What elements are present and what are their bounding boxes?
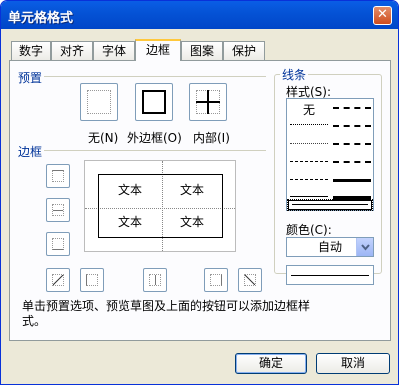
line-style-list[interactable]: 无 [286, 98, 374, 211]
tab-protection[interactable]: 保护 [223, 41, 265, 60]
line-style-option[interactable] [333, 161, 371, 163]
preset-inside-icon [196, 90, 220, 114]
line-style-option[interactable] [333, 143, 371, 145]
preview-cell-text: 文本 [117, 215, 142, 229]
line-style-option[interactable] [333, 179, 371, 182]
preset-none-button[interactable] [80, 83, 118, 121]
tab-number[interactable]: 数字 [11, 41, 51, 60]
chevron-down-icon[interactable] [356, 238, 373, 256]
line-group-label: 线条 [280, 66, 309, 83]
presets-group-label: 预置 [18, 71, 43, 85]
line-style-option[interactable] [333, 107, 371, 109]
line-color-value: 自动 [317, 240, 342, 254]
line-style-option[interactable] [290, 161, 328, 162]
preset-outline-button[interactable] [135, 83, 173, 121]
border-middle-vertical-button[interactable] [143, 268, 167, 292]
title-bar[interactable]: 单元格格式 ✕ [1, 1, 398, 29]
border-diagonal-up-icon [52, 274, 64, 286]
border-right-button[interactable] [204, 268, 228, 292]
border-middle-horizontal-icon [52, 204, 64, 216]
dialog-title: 单元格格式 [8, 11, 74, 26]
line-style-option[interactable] [290, 143, 328, 144]
border-preview[interactable]: 文本 文本 文本 文本 [84, 160, 236, 252]
line-color-select[interactable]: 自动 [286, 237, 374, 257]
tab-border[interactable]: 边框 [135, 39, 181, 61]
line-style-option[interactable] [290, 196, 328, 197]
border-diagonal-down-icon [244, 274, 256, 286]
border-diagonal-down-button[interactable] [238, 268, 262, 292]
cancel-button[interactable]: 取消 [316, 353, 390, 374]
preset-none-label: 无(N) [88, 131, 119, 145]
line-sample [286, 265, 374, 285]
border-top-icon [52, 170, 64, 182]
preview-cells-box: 文本 文本 文本 文本 [98, 174, 223, 238]
border-right-icon [210, 274, 222, 286]
line-style-option[interactable] [290, 124, 328, 125]
line-style-option[interactable] [333, 125, 371, 127]
border-bottom-icon [52, 238, 64, 250]
line-style-selected[interactable] [287, 199, 373, 211]
tab-alignment[interactable]: 对齐 [51, 41, 93, 60]
border-tab-panel: 预置 无(N) 外边框(O) 内部(I) 边框 文本 文本 文本 文本 单击预置… [9, 60, 391, 341]
format-cells-dialog: 单元格格式 ✕ 数字 对齐 字体 边框 图案 保护 预置 无(N) 外边框(O)… [0, 0, 399, 385]
info-text: 单击预置选项、预览草图及上面的按钮可以添加边框样式。 [22, 299, 311, 328]
border-divider [44, 150, 266, 151]
preset-outline-label: 外边框(O) [127, 131, 182, 145]
tab-font[interactable]: 字体 [93, 41, 135, 60]
border-middle-horizontal-button[interactable] [46, 198, 70, 222]
preview-cell-text: 文本 [179, 183, 204, 197]
preset-inside-label: 内部(I) [193, 131, 230, 145]
border-middle-vertical-icon [149, 274, 161, 286]
border-left-button[interactable] [80, 268, 104, 292]
border-group-label: 边框 [18, 145, 43, 159]
preset-outline-icon [142, 90, 166, 114]
preset-none-icon [87, 90, 111, 114]
tab-patterns[interactable]: 图案 [181, 41, 223, 60]
line-style-option[interactable] [290, 179, 328, 180]
presets-divider [44, 76, 266, 77]
border-left-icon [86, 274, 98, 286]
border-diagonal-up-button[interactable] [46, 268, 70, 292]
line-color-label: 颜色(C): [286, 223, 332, 237]
border-bottom-button[interactable] [46, 232, 70, 256]
border-top-button[interactable] [46, 164, 70, 188]
ok-button[interactable]: 确定 [235, 353, 307, 374]
line-style-none[interactable]: 无 [303, 101, 315, 118]
preview-cell-text: 文本 [117, 183, 142, 197]
preview-cell-text: 文本 [179, 215, 204, 229]
preset-inside-button[interactable] [189, 83, 227, 121]
close-icon[interactable]: ✕ [373, 6, 392, 25]
